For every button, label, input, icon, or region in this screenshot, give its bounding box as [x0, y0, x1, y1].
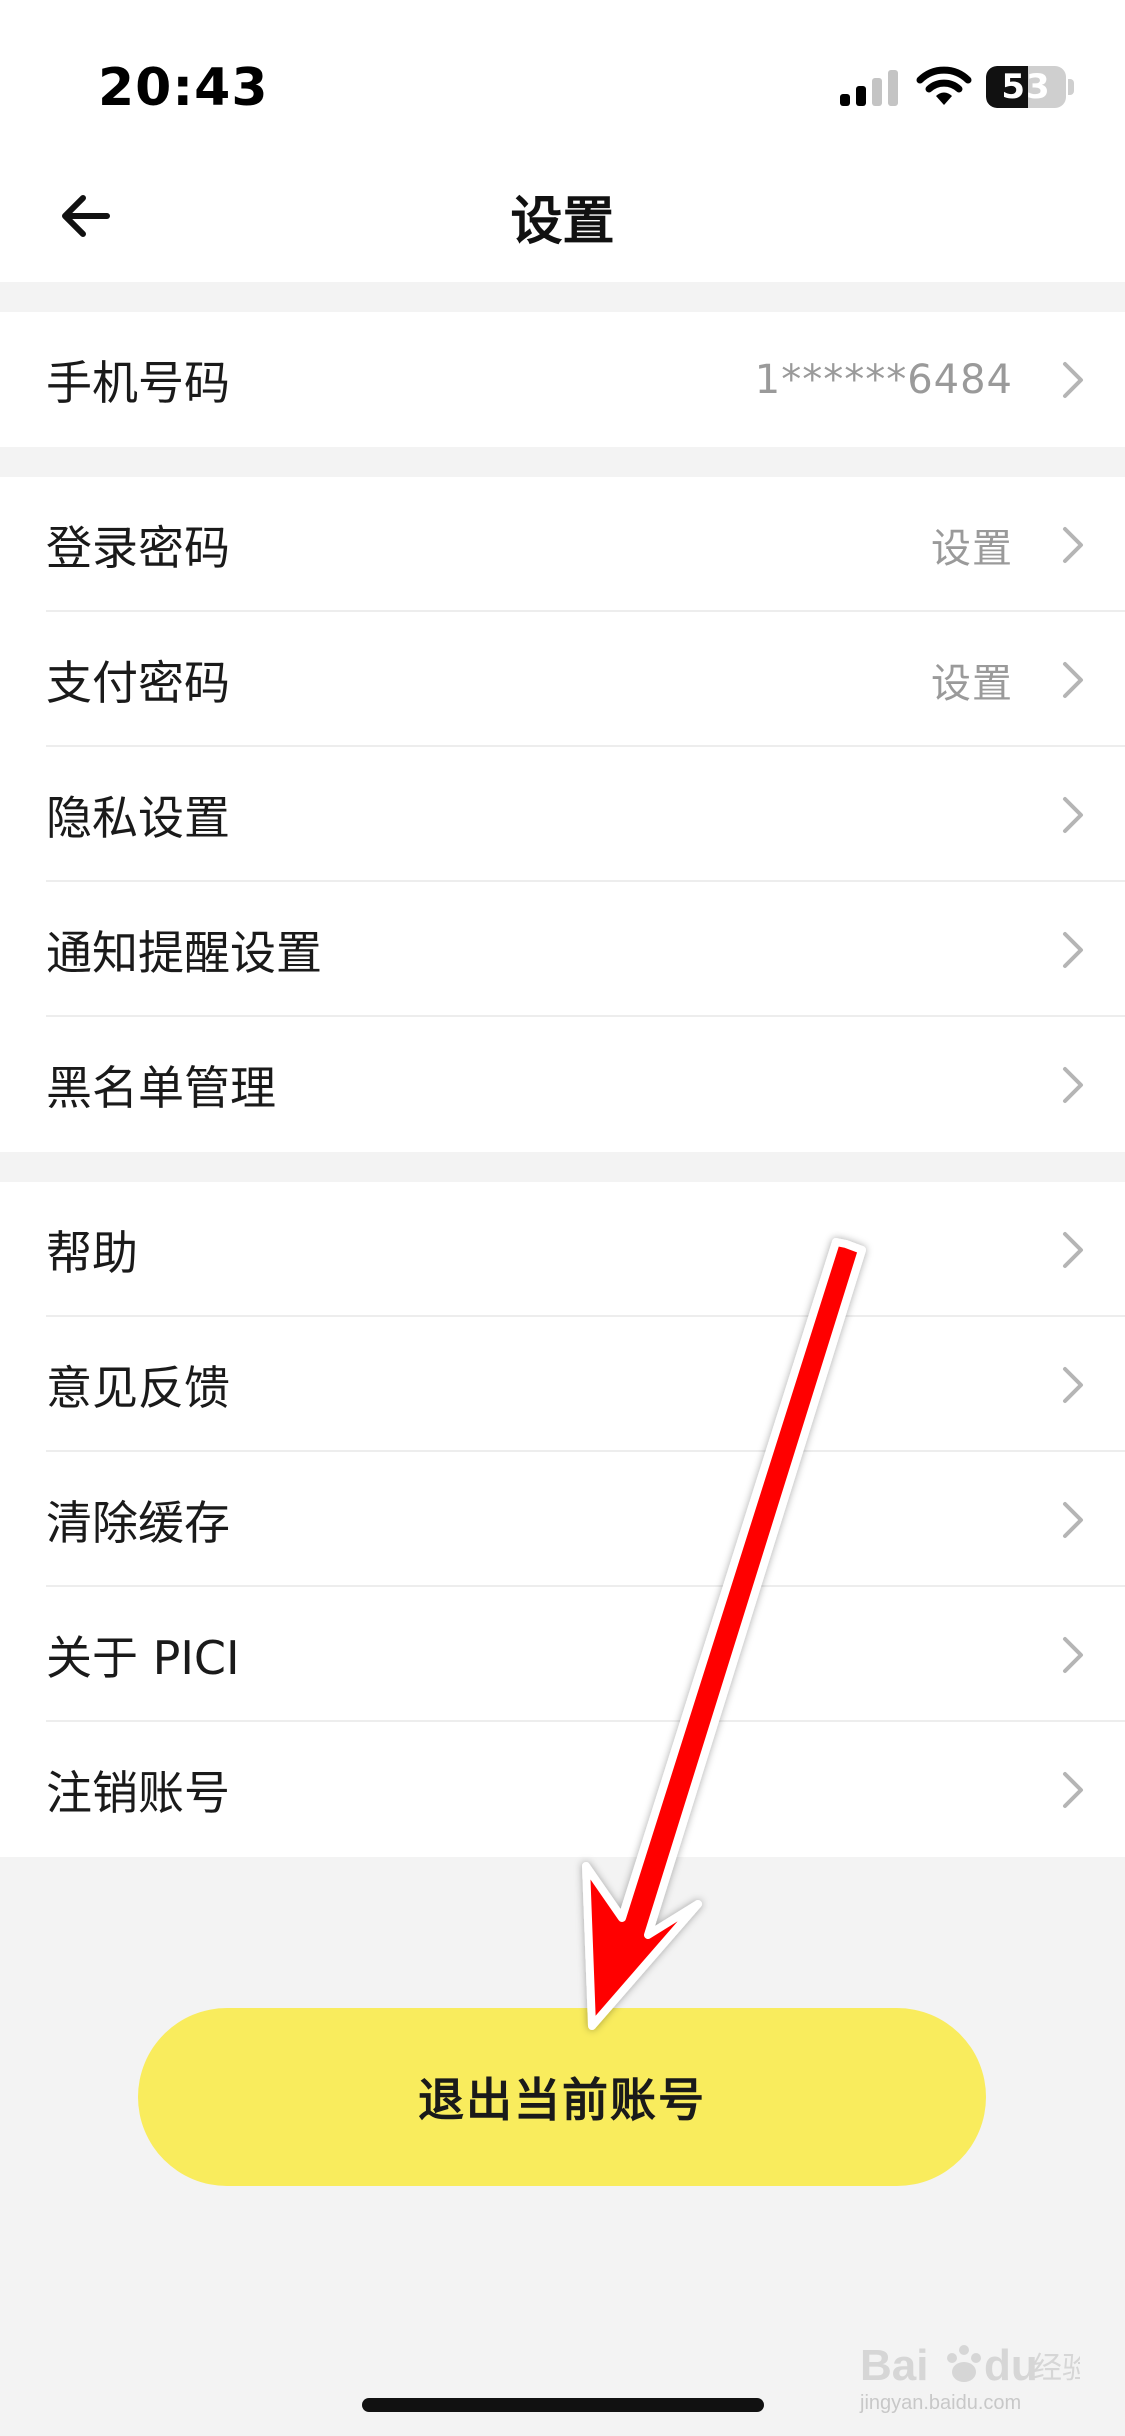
chevron-right-icon	[1063, 526, 1083, 563]
settings-item-phone[interactable]: 手机号码 1******6484	[0, 312, 1125, 447]
arrow-left-icon	[62, 195, 110, 237]
chevron-right-icon	[1063, 1771, 1083, 1808]
settings-item-about[interactable]: 关于 PICI	[0, 1587, 1125, 1722]
settings-item-feedback[interactable]: 意见反馈	[0, 1317, 1125, 1452]
page-title: 设置	[510, 191, 615, 252]
back-button[interactable]	[50, 186, 120, 246]
svg-text:Bai: Bai	[860, 2341, 928, 2390]
settings-item-label: 支付密码	[46, 655, 230, 710]
chevron-right-icon	[1063, 1066, 1083, 1103]
wifi-icon	[916, 66, 972, 105]
settings-item-clear-cache[interactable]: 清除缓存	[0, 1452, 1125, 1587]
status-bar: 20:43 53	[0, 0, 1125, 150]
settings-item-privacy[interactable]: 隐私设置	[0, 747, 1125, 882]
settings-item-help[interactable]: 帮助	[0, 1182, 1125, 1317]
chevron-right-icon	[1063, 796, 1083, 833]
settings-item-label: 通知提醒设置	[46, 925, 322, 980]
settings-item-label: 黑名单管理	[46, 1060, 276, 1115]
watermark-url: jingyan.baidu.com	[860, 2392, 1022, 2414]
chevron-right-icon	[1063, 1636, 1083, 1673]
nav-bar: 设置	[0, 150, 1125, 282]
chevron-right-icon	[1063, 1501, 1083, 1538]
logout-button[interactable]: 退出当前账号	[138, 2008, 986, 2186]
phone-number-value: 1******6484	[754, 356, 1013, 403]
settings-screen: 20:43 53 设置 手机号码 1******6484 登录密码 设置 支付密…	[0, 0, 1125, 2436]
settings-item-label: 意见反馈	[46, 1360, 230, 1415]
settings-item-label: 帮助	[46, 1225, 138, 1280]
settings-item-login-password[interactable]: 登录密码 设置	[0, 477, 1125, 612]
settings-item-pay-password[interactable]: 支付密码 设置	[0, 612, 1125, 747]
settings-group-security: 登录密码 设置 支付密码 设置 隐私设置 通知提醒设置 黑名单管理	[0, 477, 1125, 1152]
settings-item-label: 隐私设置	[46, 790, 230, 845]
settings-item-label: 注销账号	[46, 1765, 230, 1820]
settings-item-blacklist[interactable]: 黑名单管理	[0, 1017, 1125, 1152]
baidu-jingyan-watermark-icon: Bai du 经验	[860, 2341, 1080, 2390]
settings-item-label: 登录密码	[46, 520, 230, 575]
battery-cap	[1068, 79, 1074, 95]
settings-item-label: 关于 PICI	[46, 1630, 240, 1685]
settings-group-account: 手机号码 1******6484	[0, 312, 1125, 447]
status-time: 20:43	[98, 58, 269, 118]
settings-item-label: 手机号码	[46, 355, 230, 410]
chevron-right-icon	[1063, 1231, 1083, 1268]
chevron-right-icon	[1063, 661, 1083, 698]
chevron-right-icon	[1063, 1366, 1083, 1403]
home-indicator	[362, 2398, 764, 2412]
chevron-right-icon	[1063, 361, 1083, 398]
chevron-right-icon	[1063, 931, 1083, 968]
settings-item-value: 设置	[931, 525, 1013, 572]
battery-level: 53	[1001, 67, 1051, 107]
svg-text:du: du	[984, 2341, 1038, 2390]
settings-item-delete-account[interactable]: 注销账号	[0, 1722, 1125, 1857]
settings-item-notifications[interactable]: 通知提醒设置	[0, 882, 1125, 1017]
svg-text:经验: 经验	[1032, 2351, 1080, 2386]
signal-icon	[840, 70, 898, 106]
battery-icon: 53	[986, 66, 1066, 108]
settings-item-label: 清除缓存	[46, 1495, 230, 1550]
settings-group-support: 帮助 意见反馈 清除缓存 关于 PICI 注销账号	[0, 1182, 1125, 1857]
settings-item-value: 设置	[931, 660, 1013, 707]
